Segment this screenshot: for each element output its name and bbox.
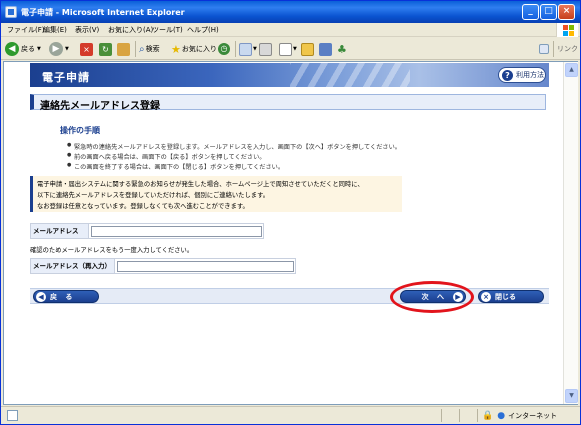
status-bar: 🔒 ● インターネット [1,406,580,424]
print-button[interactable] [259,41,272,57]
close-button-label: 閉じる [495,292,516,301]
window-title: 電子申請 - Microsoft Internet Explorer [21,8,185,17]
step-item: この画面を終了する場合は、画面下の【閉じる】ボタンを押してください。 [67,162,284,171]
close-button[interactable]: × 閉じる [478,290,544,303]
refresh-button[interactable]: ↻ [99,41,112,57]
history-icon: ◷ [218,43,230,55]
browser-window: 電子申請 - Microsoft Internet Explorer _ □ ×… [0,0,581,425]
back-arrow-icon: ◀ [5,42,19,56]
research-icon [319,42,332,56]
steps-title: 操作の手順 [60,126,100,135]
email-row: メールアドレス [30,223,264,239]
back-button[interactable]: ◀ 戻 る [33,290,99,303]
stop-button[interactable]: × [80,41,93,57]
security-zone: 🔒 ● インターネット [477,409,577,422]
chevron-down-icon: ▼ [65,46,69,52]
messenger-icon: ♣ [337,42,347,56]
email-confirm-row: メールアドレス（再入力） [30,258,296,274]
vertical-scrollbar[interactable]: ▲ ▼ [563,62,578,404]
menu-help[interactable]: ヘルプ(H) [187,25,219,35]
page-menu-button[interactable] [539,41,549,57]
home-button[interactable] [117,41,130,57]
refresh-icon: ↻ [99,42,112,56]
site-banner: 電子申請 ? 利用方法 [30,63,549,87]
discuss-button[interactable] [301,41,314,57]
forward-nav-button[interactable]: ▶ ▼ [49,41,69,57]
menu-edit[interactable]: 編集(E) [43,25,67,35]
menu-bar: ファイル(F) 編集(E) 表示(V) お気に入り(A) ツール(T) ヘルプ(… [1,23,580,37]
page-icon [539,44,549,54]
forward-arrow-icon: ▶ [49,42,63,56]
stop-icon: × [80,42,93,56]
edit-button[interactable]: ▼ [279,41,297,57]
menu-favorites[interactable]: お気に入り(A) [108,25,153,35]
home-icon [117,42,130,56]
links-label: リンク [557,45,578,53]
scroll-up-icon[interactable]: ▲ [565,63,578,77]
email-field[interactable] [91,226,262,237]
search-label: 検索 [145,45,160,53]
search-button[interactable]: ⌕ 検索 [139,41,160,57]
close-window-button[interactable]: × [558,4,575,20]
favorites-label: お気に入り [181,45,217,53]
research-button[interactable] [319,41,332,57]
browser-toolbar: ◀ 戻る ▼ ▶ ▼ × ↻ ⌕ 検索 ★ お気に入り ◷ ▼ ▼ ♣ リンク [1,38,580,60]
back-nav-button[interactable]: ◀ 戻る ▼ [5,41,41,57]
menu-view[interactable]: 表示(V) [75,25,99,35]
back-nav-label: 戻る [21,45,35,53]
folder-icon [301,42,314,56]
step-item: 前の画面へ戻る場合は、画面下の【戻る】ボタンを押してください。 [67,152,265,161]
ie-page-icon [5,6,17,18]
search-icon: ⌕ [139,43,145,55]
title-bar: 電子申請 - Microsoft Internet Explorer _ □ × [1,1,580,23]
minimize-button[interactable]: _ [522,4,539,20]
toolbar-separator [235,41,236,57]
star-icon: ★ [171,42,181,56]
globe-icon: ● [497,410,506,421]
confirm-note: 確認のためメールアドレスをもう一度入力してください。 [30,247,194,254]
email-confirm-label: メールアドレス（再入力） [31,259,115,273]
highlight-ring [390,281,474,313]
status-divider [441,409,442,422]
lock-icon: 🔒 [482,410,494,421]
question-icon: ? [502,69,513,81]
back-button-label: 戻 る [50,292,76,301]
status-divider [459,409,460,422]
history-button[interactable]: ◷ [218,41,230,57]
notice-line: 電子申請・届出システムに関する緊急のお知らせが発生した場合、ホームページ上で周知… [37,181,364,188]
email-label: メールアドレス [31,224,89,238]
page-title: 連絡先メールアドレス登録 [40,101,160,112]
menu-tools[interactable]: ツール(T) [152,25,183,35]
page-viewport: 電子申請 ? 利用方法 連絡先メールアドレス登録 操作の手順 緊急時の連絡先メー… [3,61,578,405]
links-button[interactable]: リンク [557,41,578,57]
chevron-down-icon: ▼ [293,46,297,52]
printer-icon [259,42,272,56]
zone-label: インターネット [508,411,558,420]
maximize-button[interactable]: □ [540,4,557,20]
mail-icon [239,42,252,56]
menu-file[interactable]: ファイル(F) [7,25,45,35]
toolbar-separator [135,41,136,57]
email-confirm-field[interactable] [117,261,294,272]
step-item: 緊急時の連絡先メールアドレスを登録します。メールアドレスを入力し、画面下の【次へ… [67,142,401,151]
help-label: 利用方法 [516,71,544,79]
messenger-button[interactable]: ♣ [337,41,347,57]
mail-button[interactable]: ▼ [239,41,257,57]
banner-title: 電子申請 [42,71,90,84]
chevron-down-icon: ▼ [253,46,257,52]
scroll-down-icon[interactable]: ▼ [565,389,578,403]
document-icon [279,42,292,56]
windows-logo-icon [556,23,578,37]
help-button[interactable]: ? 利用方法 [498,67,546,83]
page-heading: 連絡先メールアドレス登録 [30,94,546,112]
favorites-button[interactable]: ★ お気に入り [171,41,217,57]
notice-box: 電子申請・届出システムに関する緊急のお知らせが発生した場合、ホームページ上で周知… [30,176,402,212]
arrow-left-icon: ◀ [36,291,46,302]
close-icon: × [481,291,491,302]
notice-line: 以下に連絡先メールアドレスを登録していただければ、個別にご連絡いたします。 [37,192,270,199]
notice-line: なお登録は任意となっています。登録しなくても次へ進むことができます。 [37,203,249,210]
page-status-icon [7,410,18,421]
chevron-down-icon: ▼ [37,46,41,52]
toolbar-separator [553,41,554,57]
